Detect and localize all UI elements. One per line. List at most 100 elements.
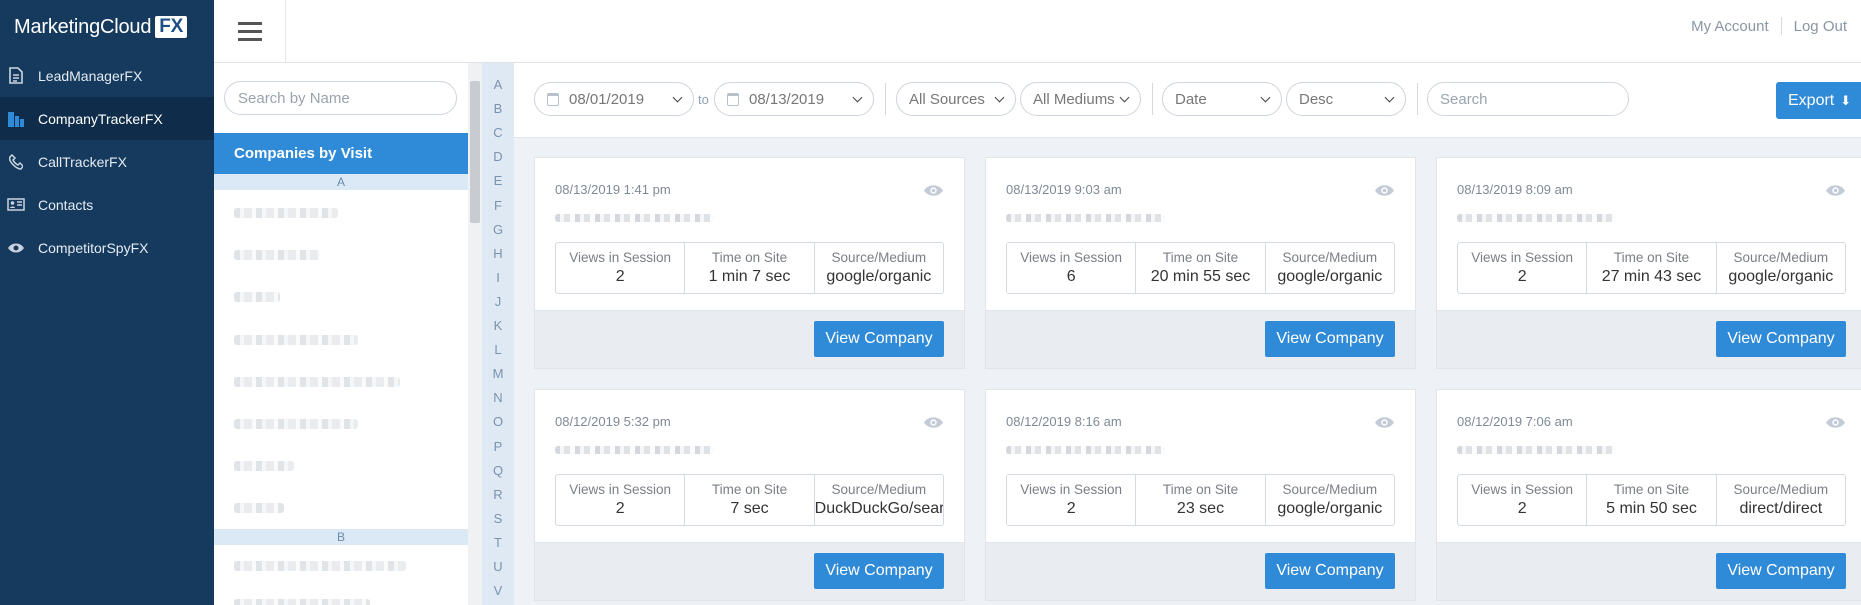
nav-item-contacts[interactable]: Contacts (0, 183, 214, 226)
eye-icon[interactable] (1825, 416, 1846, 429)
eye-icon[interactable] (1825, 184, 1846, 197)
visit-card: 08/13/2019 1:41 pm Views in Session 2 Time … (534, 157, 965, 369)
export-button[interactable]: Export ⬇ (1776, 82, 1861, 119)
name-search-input[interactable] (224, 81, 457, 115)
mediums-dropdown[interactable]: All Mediums (1020, 82, 1141, 116)
alphabet-letter-v[interactable]: V (482, 583, 514, 598)
chevron-down-icon (672, 92, 683, 103)
views-value: 2 (1517, 268, 1527, 285)
stat-label: Views in Session (1471, 250, 1574, 265)
time-stat: Time on Site 27 min 43 sec (1587, 243, 1717, 293)
list-item[interactable] (234, 250, 320, 260)
company-list-panel: Companies by Visit A B (214, 63, 468, 605)
views-value: 2 (1066, 500, 1076, 517)
date-from-picker[interactable]: 08/01/2019 (534, 82, 694, 116)
list-item[interactable] (234, 503, 284, 513)
view-company-button[interactable]: View Company (814, 553, 944, 589)
stat-label: Time on Site (1613, 482, 1690, 497)
list-item[interactable] (234, 419, 358, 429)
nav-item-companytracker[interactable]: CompanyTrackerFX (0, 97, 214, 140)
eye-icon[interactable] (1374, 184, 1395, 197)
visit-stats: Views in Session 2 Time on Site 5 min 50 se… (1457, 474, 1846, 526)
source-stat: Source/Medium google/organic (1717, 243, 1845, 293)
list-item[interactable] (234, 561, 406, 571)
views-stat: Views in Session 2 (556, 243, 686, 293)
alphabet-letter-t[interactable]: T (482, 535, 514, 550)
brand-logo[interactable]: MarketingCloud FX (0, 0, 214, 54)
source-stat: Source/Medium google/organic (815, 243, 943, 293)
alphabet-letter-o[interactable]: O (482, 414, 514, 429)
alphabet-letter-i[interactable]: I (482, 270, 514, 285)
nav-item-label: LeadManagerFX (38, 67, 143, 84)
hamburger-icon (237, 20, 262, 44)
divider (1417, 83, 1418, 115)
menu-toggle-button[interactable] (214, 0, 286, 63)
view-company-button[interactable]: View Company (1265, 553, 1395, 589)
section-header-b: B (214, 529, 468, 545)
source-value: google/organic (1728, 268, 1834, 285)
visit-stats: Views in Session 2 Time on Site 23 sec Sourc… (1006, 474, 1395, 526)
list-item[interactable] (234, 208, 338, 218)
eye-icon[interactable] (923, 184, 944, 197)
alphabet-letter-e[interactable]: E (482, 173, 514, 188)
source-stat: Source/Medium google/organic (1266, 243, 1394, 293)
time-stat: Time on Site 5 min 50 sec (1587, 475, 1717, 525)
chevron-down-icon (1119, 92, 1130, 103)
alphabet-letter-m[interactable]: M (482, 366, 514, 381)
nav-item-leadmanager[interactable]: LeadManagerFX (0, 54, 214, 97)
alphabet-letter-u[interactable]: U (482, 559, 514, 574)
list-item[interactable] (234, 599, 370, 605)
eye-icon[interactable] (923, 416, 944, 429)
sort-order-value: Desc (1299, 90, 1334, 108)
sort-field-dropdown[interactable]: Date (1162, 82, 1282, 116)
search-input[interactable] (1427, 82, 1629, 116)
sources-dropdown[interactable]: All Sources (896, 82, 1016, 116)
list-item[interactable] (234, 461, 294, 471)
alphabet-letter-g[interactable]: G (482, 222, 514, 237)
alphabet-letter-j[interactable]: J (482, 294, 514, 309)
card-footer: View Company (1437, 542, 1861, 600)
alphabet-letter-c[interactable]: C (482, 125, 514, 140)
sort-order-dropdown[interactable]: Desc (1286, 82, 1406, 116)
time-value: 20 min 55 sec (1150, 268, 1251, 285)
eye-icon[interactable] (1374, 416, 1395, 429)
alphabet-letter-b[interactable]: B (482, 101, 514, 116)
alphabet-letter-q[interactable]: Q (482, 463, 514, 478)
section-header-a: A (214, 174, 468, 190)
list-item[interactable] (234, 377, 400, 387)
alphabet-letter-s[interactable]: S (482, 511, 514, 526)
alphabet-letter-k[interactable]: K (482, 318, 514, 333)
log-out-link[interactable]: Log Out (1794, 18, 1847, 35)
list-item[interactable] (234, 292, 280, 302)
view-company-button[interactable]: View Company (1716, 553, 1846, 589)
my-account-link[interactable]: My Account (1691, 18, 1769, 35)
alphabet-letter-n[interactable]: N (482, 390, 514, 405)
source-value: google/organic (1277, 268, 1383, 285)
alphabet-letter-r[interactable]: R (482, 487, 514, 502)
view-company-button[interactable]: View Company (1716, 321, 1846, 357)
scrollbar-thumb[interactable] (470, 81, 480, 223)
source-stat: Source/Medium direct/direct (1717, 475, 1845, 525)
alphabet-letter-h[interactable]: H (482, 246, 514, 261)
time-value: 27 min 43 sec (1601, 268, 1702, 285)
source-value: direct/direct (1739, 500, 1823, 517)
alphabet-letter-d[interactable]: D (482, 149, 514, 164)
nav-item-competitorspy[interactable]: CompetitorSpyFX (0, 226, 214, 269)
alphabet-letter-l[interactable]: L (482, 342, 514, 357)
view-company-button[interactable]: View Company (1265, 321, 1395, 357)
company-name-redacted (1006, 446, 1166, 454)
alphabet-letter-a[interactable]: A (482, 77, 514, 92)
nav-item-label: Contacts (38, 196, 94, 213)
alphabet-letter-f[interactable]: F (482, 198, 514, 213)
stat-label: Time on Site (711, 482, 788, 497)
company-name-redacted (555, 214, 715, 222)
nav-item-label: CompetitorSpyFX (38, 239, 149, 256)
date-to-picker[interactable]: 08/13/2019 (714, 82, 874, 116)
list-scrollbar[interactable] (468, 63, 482, 605)
date-range-to-label: to (698, 92, 709, 107)
alphabet-letter-p[interactable]: P (482, 439, 514, 454)
list-item[interactable] (234, 335, 358, 345)
stat-label: Source/Medium (1733, 482, 1829, 497)
nav-item-calltracker[interactable]: CallTrackerFX (0, 140, 214, 183)
view-company-button[interactable]: View Company (814, 321, 944, 357)
